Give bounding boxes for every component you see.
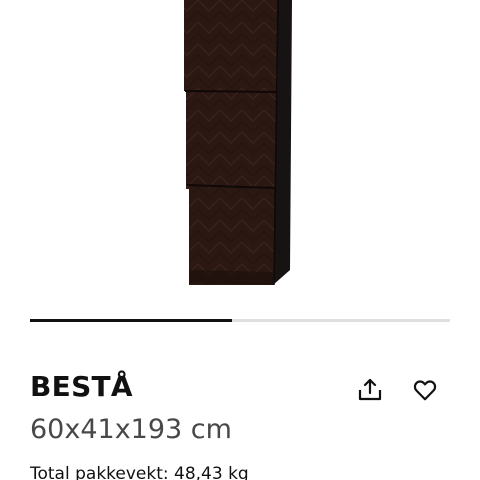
cabinet-illustration: [184, 0, 292, 286]
favorite-button[interactable]: [407, 372, 443, 408]
product-title: BESTÅ: [30, 370, 133, 403]
product-page: BESTÅ 60x41x193 cm Total pakkevekt: 48,4…: [0, 0, 480, 480]
share-button[interactable]: [352, 372, 388, 408]
cabinet-bottom: [189, 270, 274, 285]
share-icon: [358, 378, 382, 401]
cabinet-door-top: [184, 0, 278, 91]
package-weight: Total pakkevekt: 48,43 kg: [30, 464, 249, 480]
cabinet-door-middle: [186, 92, 276, 189]
door-seam-upper: [184, 90, 278, 93]
product-dimensions: 60x41x193 cm: [30, 414, 232, 445]
carousel-progress-fill: [30, 319, 232, 322]
heart-icon: [413, 380, 437, 401]
product-image[interactable]: [0, 0, 480, 300]
image-carousel-progress[interactable]: [30, 319, 450, 322]
cabinet-door-bottom: [189, 185, 274, 285]
